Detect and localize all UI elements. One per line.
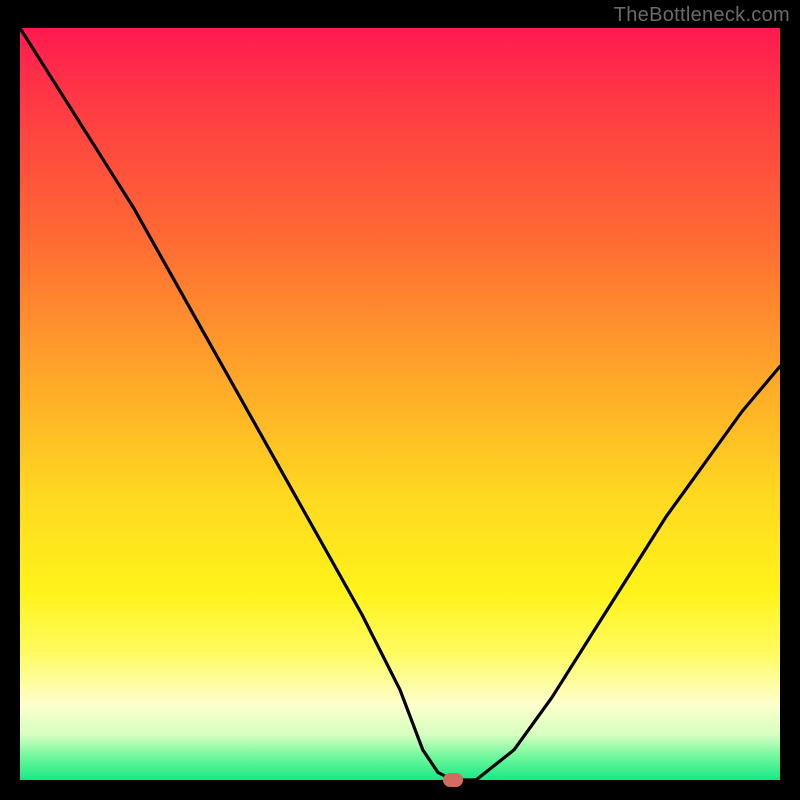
bottleneck-curve	[20, 28, 780, 780]
watermark-text: TheBottleneck.com	[614, 4, 790, 27]
chart-frame: TheBottleneck.com	[0, 0, 800, 800]
curve-path	[20, 28, 780, 780]
optimum-marker	[443, 773, 463, 787]
plot-area	[20, 28, 780, 780]
